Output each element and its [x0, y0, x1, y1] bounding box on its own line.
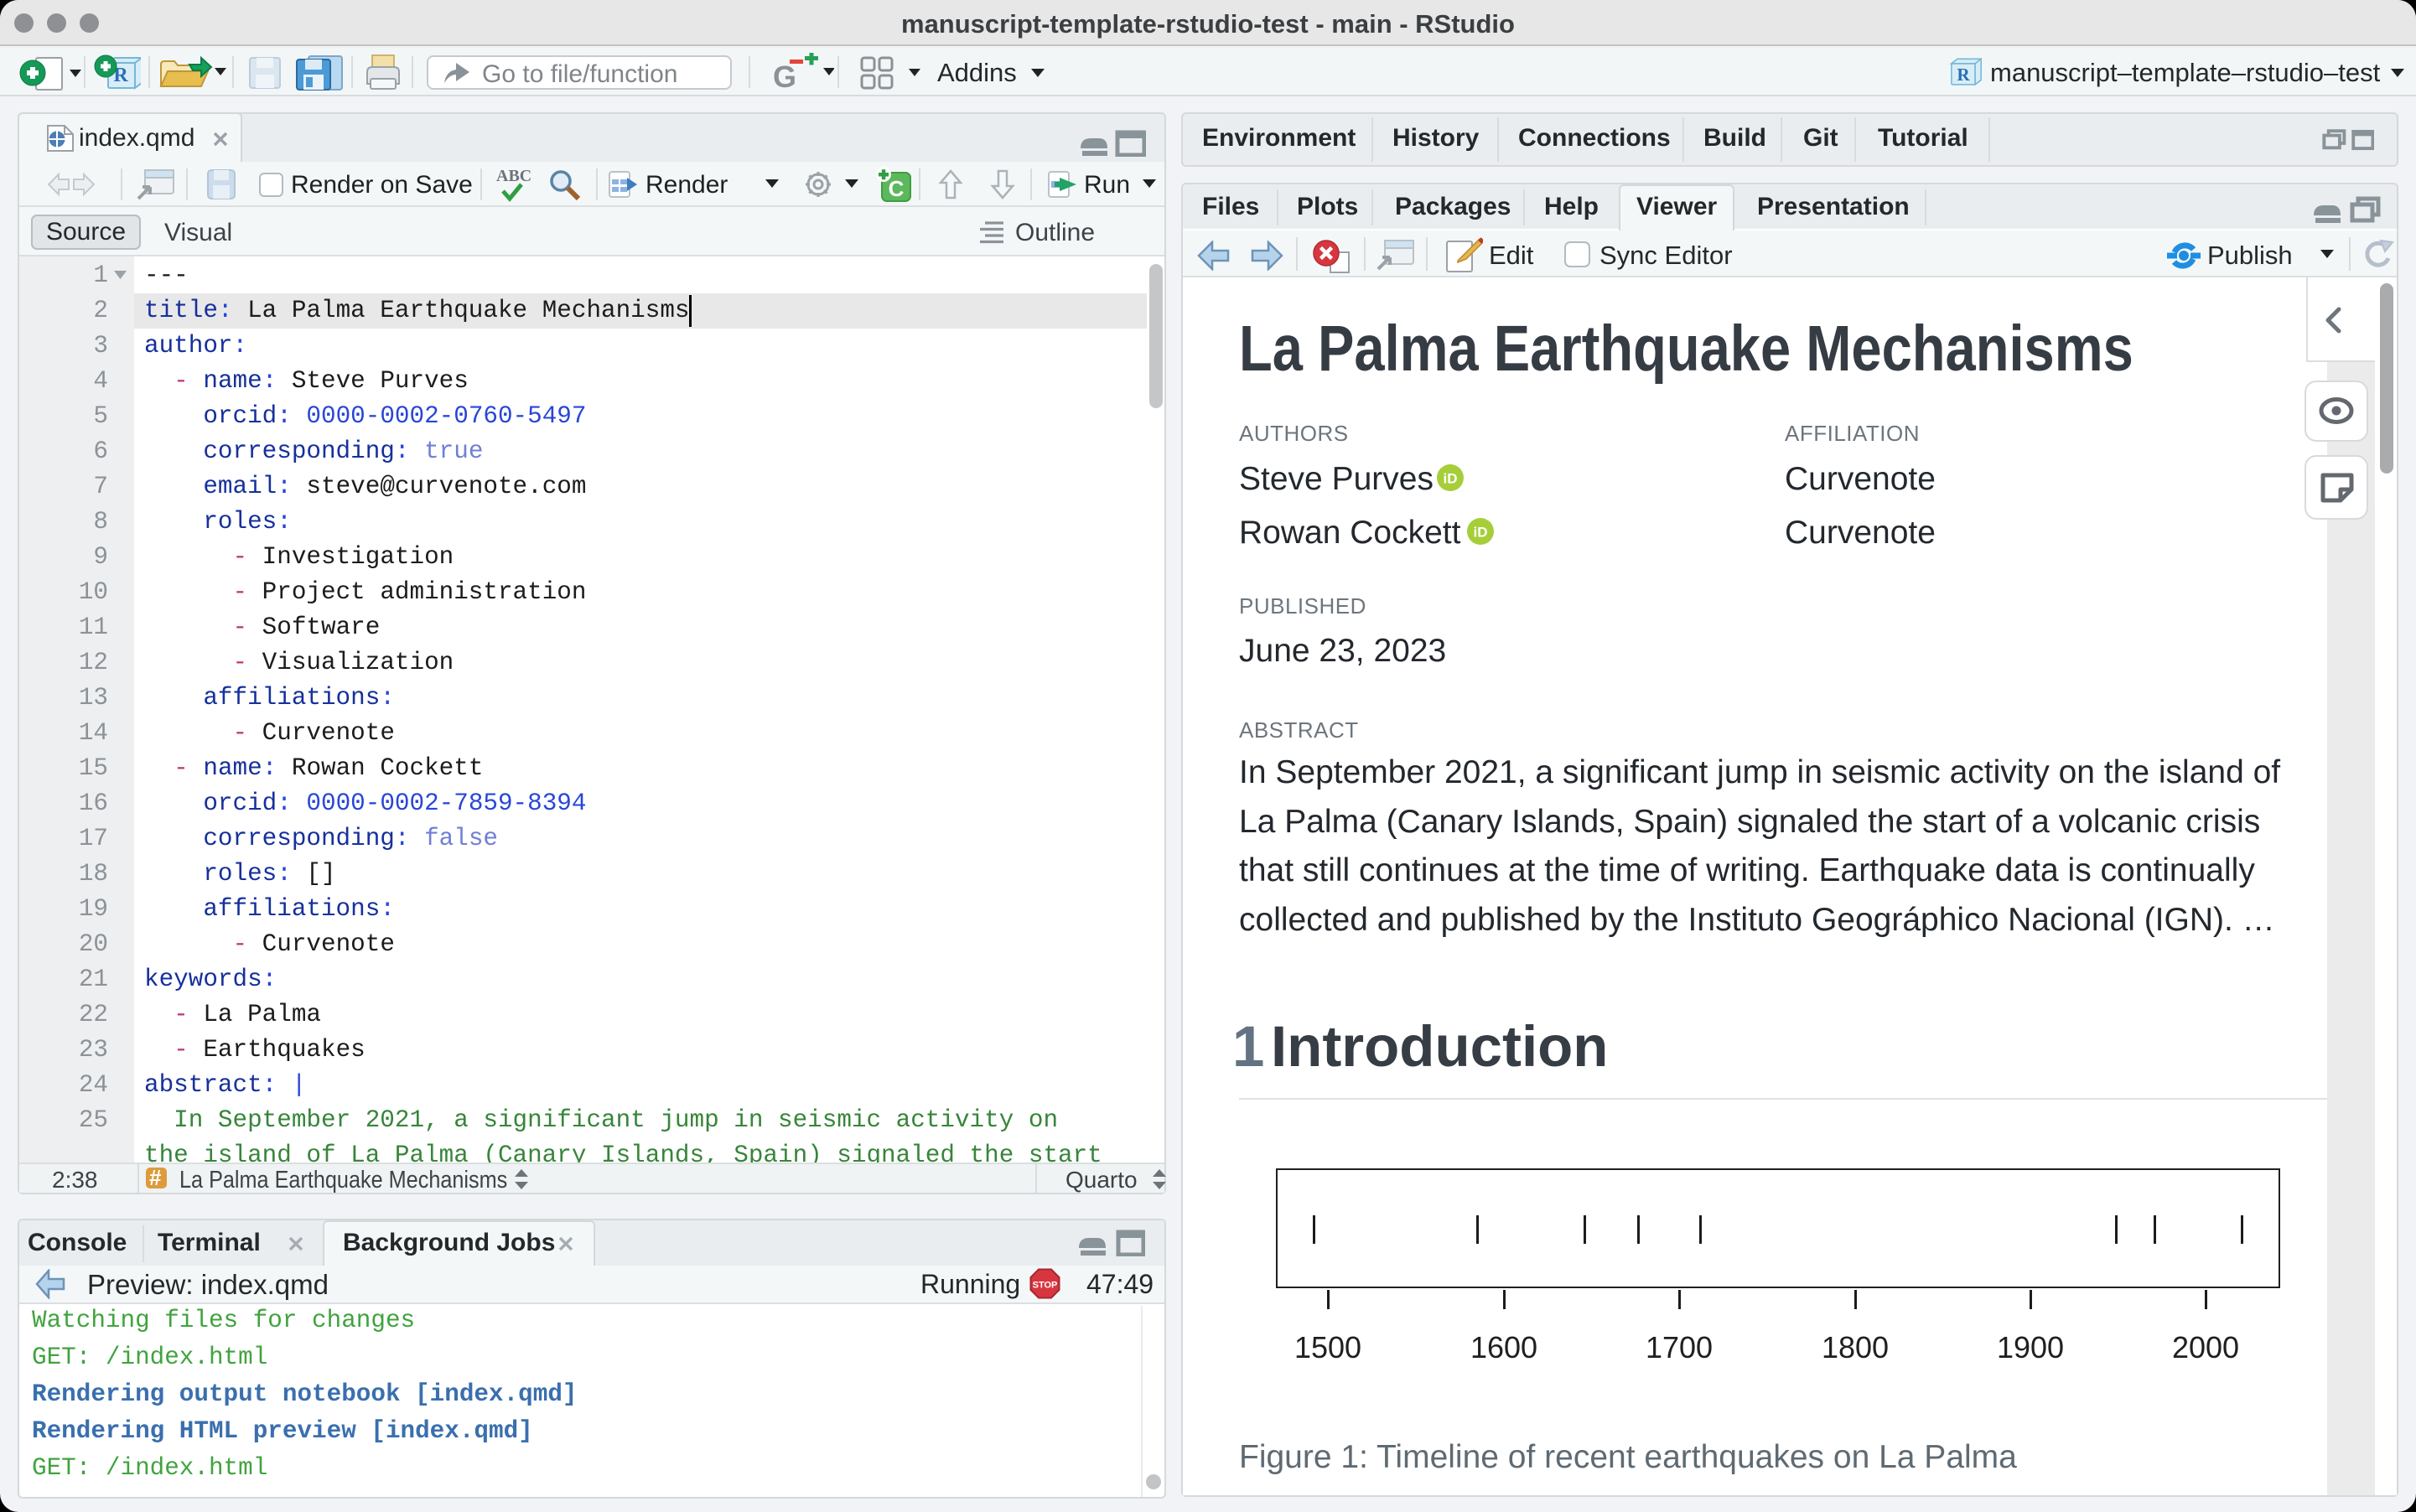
svg-text:C: C	[889, 176, 905, 201]
svg-text:R: R	[1957, 65, 1970, 85]
svg-text:iD: iD	[1474, 525, 1488, 541]
svg-text:ABC: ABC	[496, 167, 531, 185]
svg-text:STOP: STOP	[1033, 1281, 1058, 1291]
svg-text:G: G	[773, 60, 796, 91]
svg-text:iD: iD	[1444, 471, 1458, 487]
